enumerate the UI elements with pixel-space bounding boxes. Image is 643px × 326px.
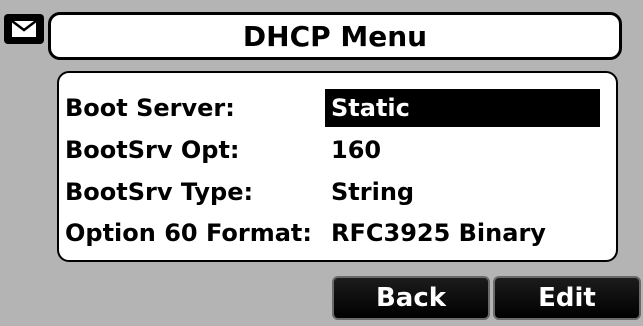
menu-row-bootsrv-opt[interactable]: BootSrv Opt: 160 <box>59 131 616 169</box>
dhcp-settings-panel: Boot Server: Static BootSrv Opt: 160 Boo… <box>57 71 618 262</box>
edit-softkey[interactable]: Edit <box>493 276 641 320</box>
row-value[interactable]: RFC3925 Binary <box>325 214 546 252</box>
edit-label: Edit <box>538 283 596 313</box>
menu-row-bootsrv-type[interactable]: BootSrv Type: String <box>59 173 616 211</box>
menu-row-boot-server[interactable]: Boot Server: Static <box>59 89 616 127</box>
envelope-icon <box>10 19 38 39</box>
row-value[interactable]: 160 <box>325 131 381 169</box>
page-title: DHCP Menu <box>242 19 428 53</box>
menu-row-option-60-format[interactable]: Option 60 Format: RFC3925 Binary <box>59 214 616 252</box>
row-label: BootSrv Type: <box>65 178 254 206</box>
row-value-selected[interactable]: Static <box>325 89 600 127</box>
row-label: BootSrv Opt: <box>65 136 240 164</box>
title-bar: DHCP Menu <box>48 12 622 60</box>
row-label: Boot Server: <box>65 94 235 122</box>
back-softkey[interactable]: Back <box>332 276 490 320</box>
back-label: Back <box>375 283 447 313</box>
row-label: Option 60 Format: <box>65 219 312 247</box>
row-value[interactable]: String <box>325 173 414 211</box>
message-icon[interactable] <box>4 14 44 44</box>
